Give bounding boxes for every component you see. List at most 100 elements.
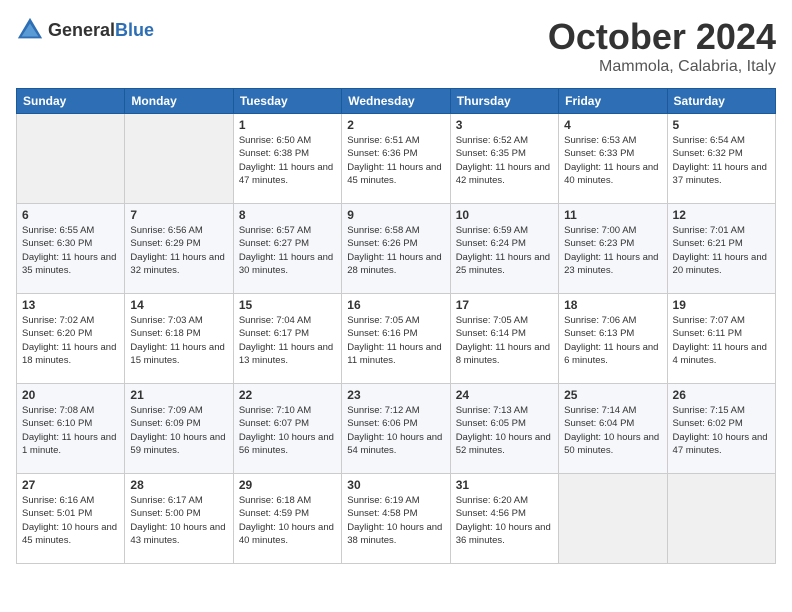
calendar-day-cell: 29 Sunrise: 6:18 AM Sunset: 4:59 PM Dayli… — [233, 474, 341, 564]
day-info: Sunrise: 7:01 AM Sunset: 6:21 PM Dayligh… — [673, 224, 770, 277]
day-number: 18 — [564, 298, 661, 312]
day-number: 5 — [673, 118, 770, 132]
calendar-day-cell — [559, 474, 667, 564]
day-info: Sunrise: 6:59 AM Sunset: 6:24 PM Dayligh… — [456, 224, 553, 277]
day-number: 23 — [347, 388, 444, 402]
day-number: 13 — [22, 298, 119, 312]
day-info: Sunrise: 6:50 AM Sunset: 6:38 PM Dayligh… — [239, 134, 336, 187]
weekday-header: Sunday — [17, 89, 125, 114]
weekday-header: Tuesday — [233, 89, 341, 114]
calendar-day-cell: 30 Sunrise: 6:19 AM Sunset: 4:58 PM Dayli… — [342, 474, 450, 564]
day-info: Sunrise: 6:54 AM Sunset: 6:32 PM Dayligh… — [673, 134, 770, 187]
day-info: Sunrise: 6:53 AM Sunset: 6:33 PM Dayligh… — [564, 134, 661, 187]
day-number: 2 — [347, 118, 444, 132]
calendar-day-cell: 3 Sunrise: 6:52 AM Sunset: 6:35 PM Daylig… — [450, 114, 558, 204]
calendar-body: 1 Sunrise: 6:50 AM Sunset: 6:38 PM Daylig… — [17, 114, 776, 564]
calendar-location: Mammola, Calabria, Italy — [548, 58, 776, 76]
day-info: Sunrise: 7:00 AM Sunset: 6:23 PM Dayligh… — [564, 224, 661, 277]
calendar-day-cell: 23 Sunrise: 7:12 AM Sunset: 6:06 PM Dayli… — [342, 384, 450, 474]
page-header: GeneralBlue October 2024 Mammola, Calabr… — [16, 16, 776, 76]
calendar-day-cell: 31 Sunrise: 6:20 AM Sunset: 4:56 PM Dayli… — [450, 474, 558, 564]
calendar-day-cell: 19Sunrise: 7:07 AM Sunset: 6:11 PM Dayli… — [667, 294, 775, 384]
header-row: SundayMondayTuesdayWednesdayThursdayFrid… — [17, 89, 776, 114]
day-number: 1 — [239, 118, 336, 132]
calendar-week-row: 13 Sunrise: 7:02 AM Sunset: 6:20 PM Dayli… — [17, 294, 776, 384]
calendar-day-cell: 18 Sunrise: 7:06 AM Sunset: 6:13 PM Dayli… — [559, 294, 667, 384]
day-info: Sunrise: 7:14 AM Sunset: 6:04 PM Dayligh… — [564, 404, 661, 457]
day-number: 11 — [564, 208, 661, 222]
day-number: 26 — [673, 388, 770, 402]
logo-text-blue: Blue — [115, 20, 154, 40]
calendar-table: SundayMondayTuesdayWednesdayThursdayFrid… — [16, 88, 776, 564]
calendar-day-cell: 25Sunrise: 7:14 AM Sunset: 6:04 PM Dayli… — [559, 384, 667, 474]
day-number: 20 — [22, 388, 119, 402]
calendar-title: October 2024 — [548, 16, 776, 58]
day-number: 30 — [347, 478, 444, 492]
calendar-header: SundayMondayTuesdayWednesdayThursdayFrid… — [17, 89, 776, 114]
day-number: 10 — [456, 208, 553, 222]
day-number: 29 — [239, 478, 336, 492]
calendar-day-cell: 10 Sunrise: 6:59 AM Sunset: 6:24 PM Dayli… — [450, 204, 558, 294]
day-number: 3 — [456, 118, 553, 132]
day-info: Sunrise: 6:17 AM Sunset: 5:00 PM Dayligh… — [130, 494, 227, 547]
calendar-day-cell: 26Sunrise: 7:15 AM Sunset: 6:02 PM Dayli… — [667, 384, 775, 474]
calendar-day-cell — [667, 474, 775, 564]
title-block: October 2024 Mammola, Calabria, Italy — [548, 16, 776, 76]
calendar-week-row: 6 Sunrise: 6:55 AM Sunset: 6:30 PM Daylig… — [17, 204, 776, 294]
calendar-day-cell: 9Sunrise: 6:58 AM Sunset: 6:26 PM Daylig… — [342, 204, 450, 294]
day-info: Sunrise: 7:12 AM Sunset: 6:06 PM Dayligh… — [347, 404, 444, 457]
day-info: Sunrise: 7:03 AM Sunset: 6:18 PM Dayligh… — [130, 314, 227, 367]
calendar-day-cell: 11 Sunrise: 7:00 AM Sunset: 6:23 PM Dayli… — [559, 204, 667, 294]
day-number: 17 — [456, 298, 553, 312]
day-info: Sunrise: 6:56 AM Sunset: 6:29 PM Dayligh… — [130, 224, 227, 277]
logo-icon — [16, 16, 44, 44]
day-info: Sunrise: 7:04 AM Sunset: 6:17 PM Dayligh… — [239, 314, 336, 367]
day-info: Sunrise: 6:58 AM Sunset: 6:26 PM Dayligh… — [347, 224, 444, 277]
day-info: Sunrise: 6:52 AM Sunset: 6:35 PM Dayligh… — [456, 134, 553, 187]
day-number: 12 — [673, 208, 770, 222]
weekday-header: Friday — [559, 89, 667, 114]
day-number: 31 — [456, 478, 553, 492]
day-info: Sunrise: 7:10 AM Sunset: 6:07 PM Dayligh… — [239, 404, 336, 457]
day-info: Sunrise: 7:07 AM Sunset: 6:11 PM Dayligh… — [673, 314, 770, 367]
calendar-day-cell: 20 Sunrise: 7:08 AM Sunset: 6:10 PM Dayli… — [17, 384, 125, 474]
day-info: Sunrise: 6:16 AM Sunset: 5:01 PM Dayligh… — [22, 494, 119, 547]
calendar-day-cell: 14Sunrise: 7:03 AM Sunset: 6:18 PM Dayli… — [125, 294, 233, 384]
day-info: Sunrise: 6:55 AM Sunset: 6:30 PM Dayligh… — [22, 224, 119, 277]
calendar-day-cell: 15Sunrise: 7:04 AM Sunset: 6:17 PM Dayli… — [233, 294, 341, 384]
logo: GeneralBlue — [16, 16, 154, 44]
day-info: Sunrise: 7:06 AM Sunset: 6:13 PM Dayligh… — [564, 314, 661, 367]
day-number: 28 — [130, 478, 227, 492]
calendar-day-cell: 13 Sunrise: 7:02 AM Sunset: 6:20 PM Dayli… — [17, 294, 125, 384]
day-info: Sunrise: 7:13 AM Sunset: 6:05 PM Dayligh… — [456, 404, 553, 457]
day-info: Sunrise: 7:08 AM Sunset: 6:10 PM Dayligh… — [22, 404, 119, 457]
calendar-week-row: 1 Sunrise: 6:50 AM Sunset: 6:38 PM Daylig… — [17, 114, 776, 204]
day-number: 22 — [239, 388, 336, 402]
weekday-header: Thursday — [450, 89, 558, 114]
calendar-day-cell: 5 Sunrise: 6:54 AM Sunset: 6:32 PM Daylig… — [667, 114, 775, 204]
calendar-day-cell: 16 Sunrise: 7:05 AM Sunset: 6:16 PM Dayli… — [342, 294, 450, 384]
day-number: 21 — [130, 388, 227, 402]
calendar-day-cell: 6 Sunrise: 6:55 AM Sunset: 6:30 PM Daylig… — [17, 204, 125, 294]
day-number: 7 — [130, 208, 227, 222]
day-number: 4 — [564, 118, 661, 132]
calendar-week-row: 20 Sunrise: 7:08 AM Sunset: 6:10 PM Dayli… — [17, 384, 776, 474]
day-number: 16 — [347, 298, 444, 312]
calendar-day-cell: 22 Sunrise: 7:10 AM Sunset: 6:07 PM Dayli… — [233, 384, 341, 474]
calendar-day-cell: 28 Sunrise: 6:17 AM Sunset: 5:00 PM Dayli… — [125, 474, 233, 564]
weekday-header: Monday — [125, 89, 233, 114]
day-info: Sunrise: 7:05 AM Sunset: 6:14 PM Dayligh… — [456, 314, 553, 367]
calendar-day-cell: 21Sunrise: 7:09 AM Sunset: 6:09 PM Dayli… — [125, 384, 233, 474]
day-info: Sunrise: 6:20 AM Sunset: 4:56 PM Dayligh… — [456, 494, 553, 547]
day-number: 6 — [22, 208, 119, 222]
calendar-day-cell: 8Sunrise: 6:57 AM Sunset: 6:27 PM Daylig… — [233, 204, 341, 294]
weekday-header: Saturday — [667, 89, 775, 114]
calendar-day-cell: 1 Sunrise: 6:50 AM Sunset: 6:38 PM Daylig… — [233, 114, 341, 204]
day-info: Sunrise: 7:02 AM Sunset: 6:20 PM Dayligh… — [22, 314, 119, 367]
day-info: Sunrise: 6:57 AM Sunset: 6:27 PM Dayligh… — [239, 224, 336, 277]
day-info: Sunrise: 7:05 AM Sunset: 6:16 PM Dayligh… — [347, 314, 444, 367]
calendar-week-row: 27Sunrise: 6:16 AM Sunset: 5:01 PM Dayli… — [17, 474, 776, 564]
day-info: Sunrise: 6:19 AM Sunset: 4:58 PM Dayligh… — [347, 494, 444, 547]
calendar-day-cell: 27Sunrise: 6:16 AM Sunset: 5:01 PM Dayli… — [17, 474, 125, 564]
day-info: Sunrise: 6:18 AM Sunset: 4:59 PM Dayligh… — [239, 494, 336, 547]
